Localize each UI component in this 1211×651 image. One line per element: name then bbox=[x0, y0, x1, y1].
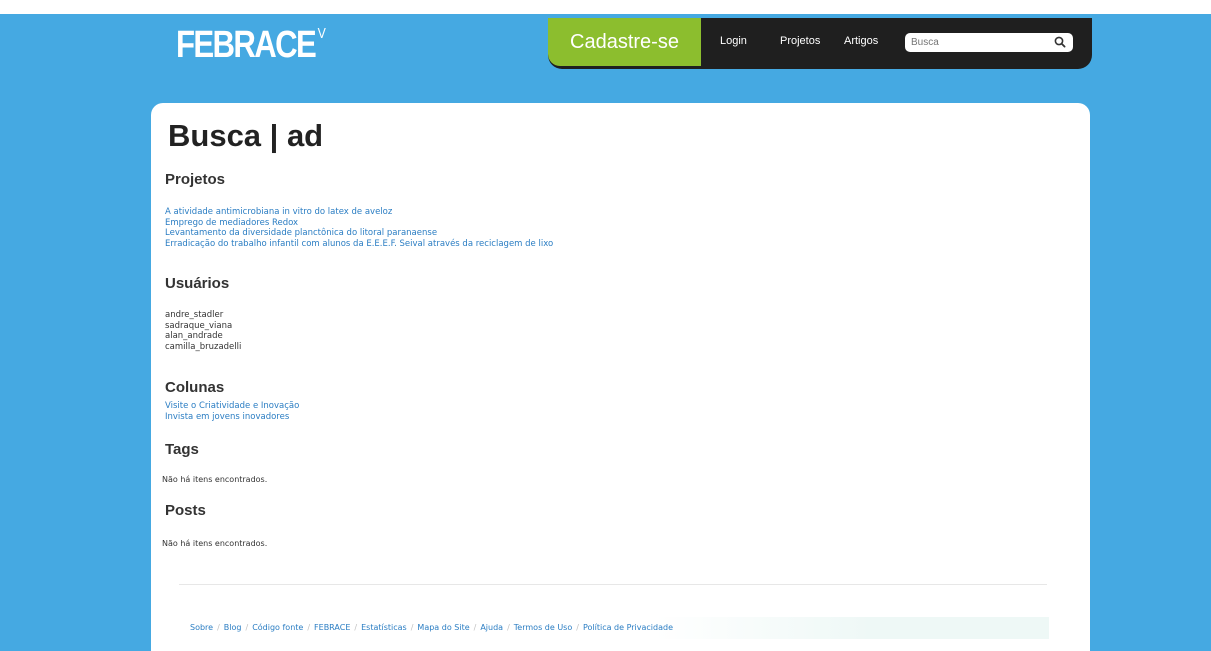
page-title: Busca | ad bbox=[168, 118, 324, 153]
footer-link-termos-de-uso[interactable]: Termos de Uso bbox=[503, 623, 572, 632]
project-link[interactable]: Levantamento da diversidade planctônica … bbox=[165, 228, 437, 238]
top-strip bbox=[0, 0, 1211, 14]
nav-login[interactable]: Login bbox=[720, 35, 747, 47]
nav-artigos[interactable]: Artigos bbox=[844, 35, 878, 47]
footer: Sobre Blog Código fonte FEBRACE Estatíst… bbox=[173, 617, 1049, 639]
footer-link-febrace[interactable]: FEBRACE bbox=[303, 623, 350, 632]
posts-empty-message: Não há itens encontrados. bbox=[162, 539, 268, 548]
list-item: Erradicação do trabalho infantil com alu… bbox=[165, 239, 553, 250]
list-item: Levantamento da diversidade planctônica … bbox=[165, 228, 553, 239]
search-input[interactable] bbox=[911, 35, 1051, 50]
section-title-tags: Tags bbox=[165, 441, 199, 458]
footer-link-sobre[interactable]: Sobre bbox=[190, 623, 213, 632]
footer-link-privacidade[interactable]: Política de Privacidade bbox=[572, 623, 673, 632]
footer-link-codigo-fonte[interactable]: Código fonte bbox=[241, 623, 303, 632]
logo-text: FEBRACE bbox=[176, 24, 317, 66]
section-title-posts: Posts bbox=[165, 502, 206, 519]
project-link[interactable]: Erradicação do trabalho infantil com alu… bbox=[165, 239, 553, 249]
user-item: alan_andrade bbox=[165, 331, 223, 342]
column-link[interactable]: Invista em jovens inovadores bbox=[165, 412, 289, 422]
magnifier-icon[interactable] bbox=[1052, 34, 1068, 50]
section-title-usuarios: Usuários bbox=[165, 275, 230, 292]
footer-link-ajuda[interactable]: Ajuda bbox=[470, 623, 503, 632]
febrace-logo[interactable]: FEBRACE V bbox=[176, 26, 326, 64]
usuarios-list: andre_stadler sadraque_viana alan_andrad… bbox=[165, 310, 241, 353]
footer-link-estatisticas[interactable]: Estatísticas bbox=[350, 623, 407, 632]
list-item: Emprego de mediadores Redox bbox=[165, 218, 553, 229]
projetos-list: A atividade antimicrobiana in vitro do l… bbox=[165, 207, 553, 250]
footer-link-mapa-do-site[interactable]: Mapa do Site bbox=[407, 623, 469, 632]
column-link[interactable]: Visite o Criatividade e Inovação bbox=[165, 401, 299, 411]
logo-superscript: V bbox=[317, 25, 326, 42]
search-box bbox=[905, 33, 1073, 52]
footer-links: Sobre Blog Código fonte FEBRACE Estatíst… bbox=[190, 623, 673, 632]
top-navigation: Cadastre-se Login Projetos Artigos bbox=[548, 18, 1092, 69]
user-item: sadraque_viana bbox=[165, 320, 233, 331]
signup-button[interactable]: Cadastre-se bbox=[548, 18, 701, 66]
footer-link-blog[interactable]: Blog bbox=[213, 623, 242, 632]
list-item: Invista em jovens inovadores bbox=[165, 412, 299, 423]
tags-empty-message: Não há itens encontrados. bbox=[162, 475, 268, 484]
footer-divider bbox=[179, 584, 1047, 585]
project-link[interactable]: Emprego de mediadores Redox bbox=[165, 218, 298, 228]
user-item: andre_stadler bbox=[165, 310, 224, 320]
section-title-projetos: Projetos bbox=[165, 171, 226, 188]
content-panel: Busca | ad Projetos A atividade antimicr… bbox=[151, 103, 1090, 651]
list-item: A atividade antimicrobiana in vitro do l… bbox=[165, 207, 553, 218]
section-title-colunas: Colunas bbox=[165, 379, 225, 396]
project-link[interactable]: A atividade antimicrobiana in vitro do l… bbox=[165, 207, 392, 217]
user-item: camilla_bruzadelli bbox=[165, 342, 242, 353]
list-item: Visite o Criatividade e Inovação bbox=[165, 401, 299, 412]
colunas-list: Visite o Criatividade e Inovação Invista… bbox=[165, 401, 299, 422]
nav-projetos[interactable]: Projetos bbox=[780, 35, 820, 47]
